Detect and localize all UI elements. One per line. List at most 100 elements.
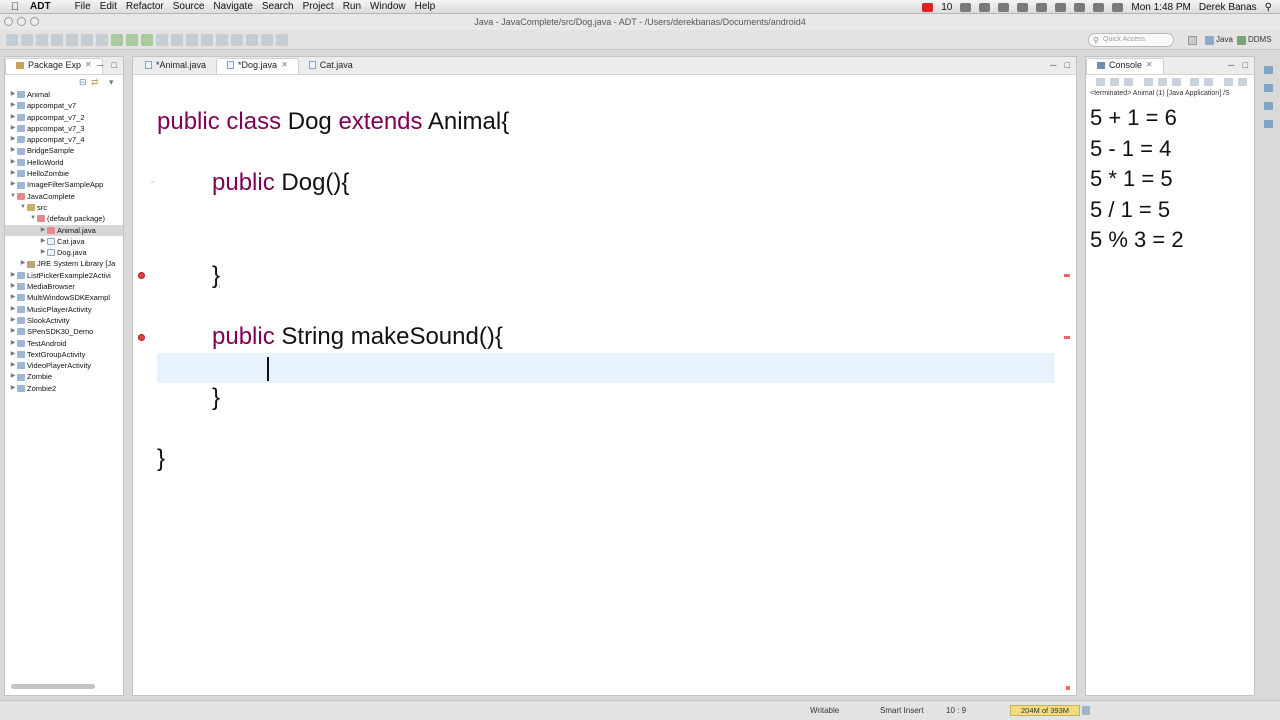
wifi-icon[interactable] [1074,2,1086,12]
user-name[interactable]: Derek Banas [1199,2,1257,13]
tree-item[interactable]: ▶ BridgeSample [5,145,123,156]
previous-annotation-icon[interactable] [246,33,258,46]
chevron-right-icon[interactable]: ▶ [19,258,27,269]
tree-item[interactable]: ▶ ImageFilterSampleApp [5,179,123,190]
chevron-right-icon[interactable]: ▶ [9,326,17,337]
tab-package-explorer[interactable]: Package Exp ✕ [5,58,103,74]
remove-launch-icon[interactable] [1110,78,1119,86]
maximize-icon[interactable]: □ [1065,60,1070,70]
scroll-lock-icon[interactable] [1158,78,1167,86]
open-perspective-button[interactable] [1188,33,1197,47]
minimize-icon[interactable]: ─ [97,60,103,70]
new-class-icon[interactable] [186,33,198,46]
tree-item[interactable]: ▼ JavaComplete [5,191,123,202]
chevron-right-icon[interactable]: ▶ [39,236,47,247]
tree-item[interactable]: ▶ Animal [5,89,123,100]
tab-cat-java[interactable]: Cat.java [299,58,363,74]
tree-item[interactable]: ▶ SlookActivity [5,315,123,326]
chevron-down-icon[interactable]: ▼ [29,213,37,224]
tree-item[interactable]: ▶ ListPickerExample2Activi [5,270,123,281]
quick-access-input[interactable]: ⚲ Quick Access [1088,33,1174,47]
chevron-right-icon[interactable]: ▶ [9,292,17,303]
tree-item[interactable]: ▼ (default package) [5,213,123,224]
sync-icon[interactable] [1017,2,1029,12]
chevron-right-icon[interactable]: ▶ [9,157,17,168]
record-icon[interactable] [922,2,934,12]
tree-item[interactable]: ▶ Animal.java [5,224,123,236]
save-icon[interactable] [21,33,33,46]
chevron-right-icon[interactable]: ▶ [9,168,17,179]
problems-icon[interactable] [1264,102,1273,110]
view-menu-icon[interactable] [1238,78,1247,86]
menu-file[interactable]: File [60,1,100,12]
tree-item[interactable]: ▼ src [5,202,123,213]
time-machine-icon[interactable] [1036,2,1048,12]
overview-ruler-error[interactable] [1064,336,1070,339]
menu-run[interactable]: Run [343,1,370,12]
tree-item[interactable]: ▶ Cat.java [5,236,123,247]
chevron-right-icon[interactable]: ▶ [9,281,17,292]
chevron-right-icon[interactable]: ▶ [9,134,17,145]
tree-item[interactable]: ▶ appcompat_v7_4 [5,134,123,145]
tree-item[interactable]: ▶ appcompat_v7_2 [5,112,123,123]
volume-icon[interactable] [1093,2,1105,12]
chevron-right-icon[interactable]: ▶ [9,89,17,100]
tree-item[interactable]: ▶ HelloZombie [5,168,123,179]
new-java-project-icon[interactable] [156,33,168,46]
perspective-java[interactable]: Java [1205,33,1233,47]
tree-item[interactable]: ▶ Zombie [5,371,123,382]
network-icon[interactable] [998,2,1010,12]
clear-console-icon[interactable] [1144,78,1153,86]
chevron-right-icon[interactable]: ▶ [9,179,17,190]
minimize-window-button[interactable] [17,17,26,26]
minimize-icon[interactable]: ─ [1228,60,1234,70]
menu-navigate[interactable]: Navigate [213,1,261,12]
open-type-icon[interactable] [201,33,213,46]
heap-status[interactable]: 204M of 393M [1010,705,1080,716]
maximize-icon[interactable]: □ [1243,60,1248,70]
apple-icon[interactable]:  [0,1,30,13]
chevron-down-icon[interactable]: ▼ [9,191,17,202]
spotlight-icon[interactable]: ⚲ [1265,2,1272,13]
debug-icon[interactable] [111,33,123,46]
battery-icon[interactable] [1112,2,1124,12]
print-icon[interactable] [51,33,63,46]
tree-item[interactable]: ▶ TestAndroid [5,338,123,349]
error-summary-icon[interactable] [1066,686,1070,690]
pin-console-icon[interactable] [1190,78,1199,86]
close-icon[interactable]: ✕ [85,58,92,72]
remove-all-icon[interactable] [1124,78,1133,86]
tab-animal-java[interactable]: *Animal.java [135,58,216,74]
chevron-right-icon[interactable]: ▶ [9,349,17,360]
chevron-right-icon[interactable]: ▶ [9,304,17,315]
display-console-icon[interactable] [1204,78,1213,86]
back-icon[interactable] [261,33,273,46]
sdk-manager-icon[interactable] [66,33,78,46]
forward-icon[interactable] [276,33,288,46]
perspective-ddms[interactable]: DDMS [1237,33,1272,47]
bluetooth-icon[interactable] [1055,2,1067,12]
tree-item[interactable]: ▶ MusicPlayerActivity [5,304,123,315]
horizontal-scrollbar[interactable] [11,684,95,689]
lint-icon[interactable] [96,33,108,46]
menu-edit[interactable]: Edit [100,1,126,12]
avd-manager-icon[interactable] [81,33,93,46]
tree-item[interactable]: ▶ HelloWorld [5,157,123,168]
chevron-right-icon[interactable]: ▶ [9,270,17,281]
zoom-window-button[interactable] [30,17,39,26]
tree-item[interactable]: ▶ Dog.java [5,247,123,258]
chevron-down-icon[interactable]: ▼ [19,202,27,213]
chevron-right-icon[interactable]: ▶ [39,247,47,258]
chevron-right-icon[interactable]: ▶ [9,145,17,156]
overview-ruler-error[interactable] [1064,274,1070,277]
chevron-right-icon[interactable]: ▶ [9,360,17,371]
task-list-icon[interactable] [1264,84,1273,92]
tree-item[interactable]: ▶ appcompat_v7 [5,100,123,111]
tree-item[interactable]: ▶ TextGroupActivity [5,349,123,360]
terminate-icon[interactable] [1096,78,1105,86]
tree-item[interactable]: ▶ appcompat_v7_3 [5,123,123,134]
tree-item[interactable]: ▶ MediaBrowser [5,281,123,292]
maximize-icon[interactable]: □ [112,60,117,70]
minimize-icon[interactable]: ─ [1050,60,1056,70]
javadoc-icon[interactable] [1264,120,1273,128]
